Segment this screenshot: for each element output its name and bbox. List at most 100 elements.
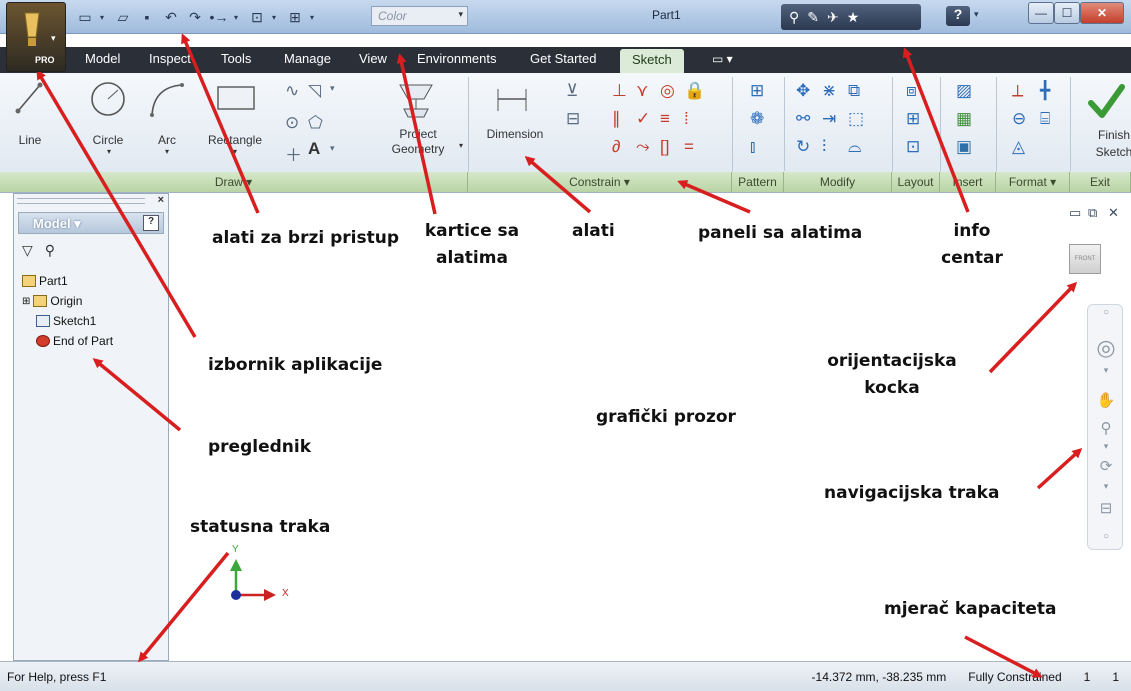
chevron-down-icon[interactable]: ▾ bbox=[1088, 481, 1124, 492]
scale-icon[interactable]: ⧉ bbox=[848, 81, 860, 101]
construction-icon[interactable]: ⟂ bbox=[1012, 81, 1023, 101]
chevron-down-icon[interactable]: ▾ bbox=[104, 147, 114, 156]
tab-tools[interactable]: Tools bbox=[221, 51, 251, 66]
chevron-down-icon[interactable]: ▾ bbox=[234, 13, 242, 22]
circle-button[interactable]: Circle bbox=[86, 133, 130, 147]
tangent-icon[interactable]: ⋎ bbox=[636, 81, 648, 101]
collinear-icon[interactable]: ⤳ bbox=[636, 137, 650, 157]
wrench-icon[interactable]: ✎ bbox=[807, 9, 819, 26]
tab-sketch[interactable]: Sketch bbox=[620, 49, 684, 73]
help-icon[interactable]: ? bbox=[946, 6, 970, 26]
chevron-down-icon[interactable]: ▾ bbox=[230, 147, 240, 156]
acad-file-icon[interactable]: ▣ bbox=[956, 137, 972, 157]
tree-item-sketch[interactable]: Sketch1 bbox=[36, 314, 96, 328]
chevron-down-icon[interactable]: ▾ bbox=[272, 13, 280, 22]
copy-icon[interactable]: ⚯ bbox=[796, 109, 810, 129]
line-button[interactable]: Line bbox=[10, 133, 50, 147]
close-icon[interactable]: × bbox=[158, 194, 164, 206]
update-icon[interactable]: ⊡ bbox=[248, 9, 266, 25]
symmetric-icon[interactable]: [] bbox=[660, 137, 669, 157]
tab-inspect[interactable]: Inspect bbox=[149, 51, 191, 66]
parameters-icon[interactable]: ⊞ bbox=[286, 9, 304, 25]
fillet-icon[interactable]: ◹ bbox=[308, 81, 321, 101]
color-override-select[interactable]: Color ▾ bbox=[371, 6, 468, 26]
save-icon[interactable]: ▪ bbox=[138, 9, 156, 25]
undo-icon[interactable]: ↶ bbox=[162, 9, 180, 25]
panel-label-exit[interactable]: Exit bbox=[1070, 172, 1131, 192]
find-binoculars-icon[interactable]: ⚲ bbox=[45, 242, 55, 259]
concentric-icon[interactable]: ◎ bbox=[660, 81, 675, 101]
chevron-down-icon[interactable]: ▾ bbox=[1088, 365, 1124, 376]
horizontal-icon[interactable]: ≡ bbox=[660, 109, 670, 129]
application-menu-button[interactable]: ▾ PRO bbox=[6, 2, 66, 72]
import-points-icon[interactable]: ▦ bbox=[956, 109, 972, 129]
help-icon[interactable]: ? bbox=[143, 215, 159, 231]
tree-item-origin[interactable]: ⊞ Origin bbox=[22, 294, 82, 308]
steering-wheel-icon[interactable]: ◎ bbox=[1088, 335, 1124, 361]
panel-label-modify[interactable]: Modify bbox=[784, 172, 892, 192]
chevron-down-icon[interactable]: ▾ bbox=[456, 141, 466, 150]
smooth-icon[interactable]: ∂ bbox=[612, 137, 620, 157]
navbar-options-icon[interactable]: ○ bbox=[1088, 531, 1124, 542]
close-view-icon[interactable]: ✕ bbox=[1108, 205, 1119, 221]
create-block-icon[interactable]: ⊡ bbox=[906, 137, 920, 157]
offset-icon[interactable]: ⌓ bbox=[848, 137, 861, 157]
point-icon[interactable]: ＋ bbox=[285, 141, 302, 166]
new-file-icon[interactable]: ▭ bbox=[76, 9, 94, 25]
filter-icon[interactable]: ▽ bbox=[22, 242, 33, 259]
browser-header[interactable]: Model ▾ ? bbox=[18, 212, 164, 234]
ellipse-icon[interactable]: ⊙ bbox=[285, 113, 299, 133]
chevron-down-icon[interactable]: ▾ bbox=[330, 83, 335, 94]
favorites-star-icon[interactable]: ★ bbox=[847, 9, 860, 26]
minimize-view-icon[interactable]: ▭ bbox=[1069, 205, 1081, 221]
equal-icon[interactable]: = bbox=[684, 137, 694, 157]
orbit-icon[interactable]: ⟳ bbox=[1088, 457, 1124, 475]
chevron-down-icon[interactable]: ▾ bbox=[974, 9, 979, 20]
tab-get-started[interactable]: Get Started bbox=[530, 51, 596, 66]
stretch-icon[interactable]: ⬚ bbox=[848, 109, 864, 129]
select-icon[interactable]: •→ bbox=[210, 9, 229, 25]
trim-icon[interactable]: ⋇ bbox=[822, 81, 836, 101]
mirror-icon[interactable]: ⫾ bbox=[750, 137, 755, 157]
panel-label-draw[interactable]: Draw ▾ bbox=[0, 172, 468, 192]
ribbon-display-options-icon[interactable]: ▭ ▾ bbox=[712, 52, 733, 66]
rectangle-button[interactable]: Rectangle bbox=[202, 133, 268, 147]
auto-dimension-icon[interactable]: ⊻ bbox=[566, 81, 578, 101]
panel-label-layout[interactable]: Layout bbox=[892, 172, 940, 192]
finish-sketch-button[interactable]: Finish Sketch bbox=[1094, 127, 1131, 161]
polygon-icon[interactable]: ⬠ bbox=[308, 113, 323, 133]
zoom-icon[interactable]: ⚲ bbox=[1088, 419, 1124, 437]
perpendicular-icon[interactable]: ⊥ bbox=[612, 81, 627, 101]
vertical-icon[interactable]: ⁞ bbox=[684, 109, 689, 129]
pan-hand-icon[interactable]: ✋ bbox=[1088, 391, 1124, 409]
chevron-down-icon[interactable]: ▾ bbox=[310, 13, 318, 22]
split-icon[interactable]: ⫶ bbox=[822, 137, 826, 157]
tree-item-end-of-part[interactable]: End of Part bbox=[36, 334, 113, 348]
panel-label-pattern[interactable]: Pattern bbox=[732, 172, 784, 192]
make-part-icon[interactable]: ⧈ bbox=[906, 81, 917, 101]
extend-icon[interactable]: ⇥ bbox=[822, 109, 836, 129]
fix-icon[interactable]: 🔒 bbox=[684, 81, 705, 101]
tree-item-part[interactable]: Part1 bbox=[22, 274, 68, 288]
close-button[interactable]: ✕ bbox=[1080, 2, 1124, 24]
circular-pattern-icon[interactable]: ❁ bbox=[750, 109, 764, 129]
parallel-icon[interactable]: ∥ bbox=[612, 109, 621, 129]
expand-icon[interactable]: ⊞ bbox=[22, 296, 30, 307]
dimension-button[interactable]: Dimension bbox=[478, 127, 552, 141]
rotate-icon[interactable]: ↻ bbox=[796, 137, 810, 157]
text-icon[interactable]: A bbox=[308, 139, 320, 159]
driven-dimension-icon[interactable]: ⌸ bbox=[1040, 109, 1050, 129]
coincident-icon[interactable]: ✓ bbox=[636, 109, 650, 129]
navbar-handle-icon[interactable]: ○ bbox=[1088, 307, 1124, 318]
panel-label-constrain[interactable]: Constrain ▾ bbox=[468, 172, 732, 192]
browser-grip[interactable] bbox=[17, 198, 145, 204]
centerline-icon[interactable]: ╋ bbox=[1040, 81, 1050, 101]
tab-model[interactable]: Model bbox=[85, 51, 120, 66]
rectangular-pattern-icon[interactable]: ⊞ bbox=[750, 81, 764, 101]
panel-label-format[interactable]: Format ▾ bbox=[996, 172, 1070, 192]
open-folder-icon[interactable]: ▱ bbox=[114, 9, 132, 25]
communication-center-icon[interactable]: ✈ bbox=[827, 9, 839, 26]
chevron-down-icon[interactable]: ▾ bbox=[1088, 441, 1124, 452]
project-geometry-button[interactable]: Project Geometry bbox=[380, 127, 456, 157]
move-icon[interactable]: ✥ bbox=[796, 81, 810, 101]
